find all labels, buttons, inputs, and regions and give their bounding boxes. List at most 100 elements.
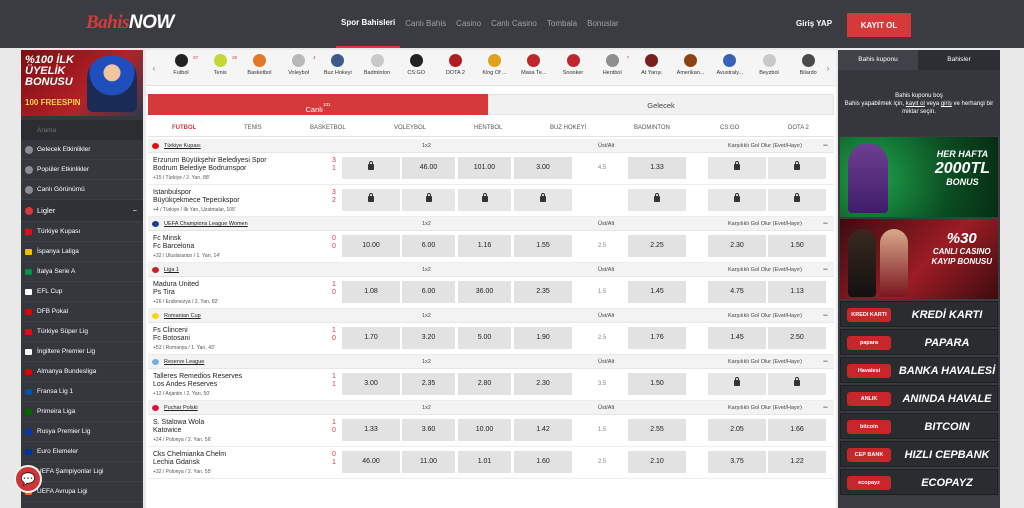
nav-live-casino[interactable]: Canlı Casino	[486, 0, 542, 48]
tab-bets[interactable]: Bahisler	[918, 50, 1000, 70]
signup-button[interactable]: KAYIT OL	[847, 13, 911, 37]
sport-item-2[interactable]: Basketbol	[238, 53, 280, 83]
sport-item-11[interactable]: Hentbol 7	[591, 53, 633, 83]
sidebar-league-10[interactable]: Rusya Premier Lig	[21, 422, 143, 442]
odds-button-ky[interactable]: 2.30	[708, 235, 766, 257]
odds-button-o2[interactable]: 10.00	[458, 419, 511, 441]
odds-button-ua[interactable]: 1.76	[628, 327, 686, 349]
odds-button-o2[interactable]: 1.16	[458, 235, 511, 257]
sport-tab-7[interactable]: CS:GO	[720, 125, 739, 131]
sidebar-link-1[interactable]: Popüler Etkinlikler	[21, 160, 143, 180]
odds-button-ua[interactable]: 1.45	[628, 281, 686, 303]
odds-button-ou[interactable]	[514, 189, 572, 211]
sport-tab-5[interactable]: BUZ HOKEYİ	[550, 125, 586, 131]
payment-3[interactable]: ANLIK ANINDA HAVALE	[840, 385, 998, 411]
payment-6[interactable]: ecopayz ECOPAYZ	[840, 469, 998, 495]
away-team[interactable]: Fc Botosani	[153, 335, 190, 342]
odds-button-ou[interactable]: 1.42	[514, 419, 572, 441]
nav-live-betting[interactable]: Canlı Bahis	[400, 0, 451, 48]
odds-button-ua[interactable]: 1.33	[628, 157, 686, 179]
chat-button[interactable]: 💬	[14, 465, 42, 493]
home-team[interactable]: Talleres Remedios Reserves	[153, 373, 242, 380]
home-team[interactable]: Fc Minsk	[153, 235, 181, 242]
odds-button-ky[interactable]	[708, 157, 766, 179]
sport-tab-1[interactable]: TENİS	[244, 125, 262, 131]
payment-2[interactable]: Havalesi BANKA HAVALESİ	[840, 357, 998, 383]
away-team[interactable]: Fc Barcelona	[153, 243, 194, 250]
login-link[interactable]: Giriş YAP	[796, 19, 832, 28]
sport-item-1[interactable]: Tenis 25	[199, 53, 241, 83]
odds-button-o1[interactable]: 1.08	[342, 281, 400, 303]
home-team[interactable]: Fs Clinceni	[153, 327, 188, 334]
sidebar-search-input[interactable]	[21, 120, 143, 140]
odds-button-kn[interactable]	[768, 157, 826, 179]
odds-button-ua[interactable]: 1.50	[628, 373, 686, 395]
sport-tab-8[interactable]: DOTA 2	[788, 125, 809, 131]
register-link[interactable]: kayıt ol	[906, 101, 925, 107]
odds-button-o2[interactable]: 101.00	[458, 157, 511, 179]
tab-bet-coupon[interactable]: Bahis kuponu	[838, 50, 918, 70]
odds-button-ox[interactable]: 2.35	[402, 373, 455, 395]
league-name[interactable]: Liga 1	[164, 267, 179, 273]
sport-item-3[interactable]: Voleybol 4	[278, 53, 320, 83]
collapse-icon[interactable]: −	[823, 264, 828, 274]
signin-link[interactable]: giriş	[941, 101, 952, 107]
odds-button-ky[interactable]: 3.75	[708, 451, 766, 473]
sport-item-15[interactable]: Beyzbol	[748, 53, 790, 83]
away-team[interactable]: Büyükçekmece Tepecikspor	[153, 197, 240, 204]
nav-casino[interactable]: Casino	[451, 0, 486, 48]
sidebar-league-1[interactable]: İspanya Laliga	[21, 242, 143, 262]
odds-button-o1[interactable]	[342, 157, 400, 179]
league-name[interactable]: UEFA Champions League Women	[164, 221, 248, 227]
sidebar-league-4[interactable]: DFB Pokal	[21, 302, 143, 322]
odds-button-ua[interactable]: 2.10	[628, 451, 686, 473]
home-team[interactable]: Erzurum Büyükşehir Belediyesi Spor	[153, 157, 267, 164]
odds-button-ou[interactable]: 2.35	[514, 281, 572, 303]
odds-button-kn[interactable]: 2.50	[768, 327, 826, 349]
site-logo[interactable]: BahisNOW	[86, 12, 174, 34]
collapse-icon[interactable]: −	[823, 356, 828, 366]
payment-4[interactable]: bitcoin BITCOIN	[840, 413, 998, 439]
odds-button-o1[interactable]: 46.00	[342, 451, 400, 473]
odds-button-o1[interactable]: 1.33	[342, 419, 400, 441]
sport-item-12[interactable]: At Yarışı	[630, 53, 672, 83]
odds-button-ua[interactable]: 2.25	[628, 235, 686, 257]
sport-tab-0[interactable]: FUTBOL	[172, 125, 196, 131]
league-name[interactable]: Puchar Polski	[164, 405, 198, 411]
odds-button-kn[interactable]	[768, 373, 826, 395]
odds-button-ox[interactable]	[402, 189, 455, 211]
sidebar-league-11[interactable]: Euro Elemeler	[21, 442, 143, 462]
sport-item-14[interactable]: Avustraly...	[709, 53, 751, 83]
odds-button-o1[interactable]: 1.70	[342, 327, 400, 349]
odds-button-ou[interactable]: 2.30	[514, 373, 572, 395]
welcome-bonus-banner[interactable]: %100 İLK ÜYELİK BONUSU 100 FREESPIN	[21, 50, 143, 116]
collapse-icon[interactable]: −	[823, 218, 828, 228]
league-name[interactable]: Reserve League	[164, 359, 204, 365]
league-name[interactable]: Romanian Cup	[164, 313, 201, 319]
odds-button-ua[interactable]: 2.55	[628, 419, 686, 441]
odds-button-o2[interactable]	[458, 189, 511, 211]
sidebar-league-9[interactable]: Primeira Liga	[21, 402, 143, 422]
odds-button-o1[interactable]: 10.00	[342, 235, 400, 257]
league-name[interactable]: Türkiye Kupası	[164, 143, 201, 149]
odds-button-ox[interactable]: 46.00	[402, 157, 455, 179]
away-team[interactable]: Lechia Gdansk	[153, 459, 200, 466]
odds-button-kn[interactable]	[768, 189, 826, 211]
sidebar-link-0[interactable]: Gelecek Etkinlikler	[21, 140, 143, 160]
odds-button-o2[interactable]: 36.00	[458, 281, 511, 303]
weekly-bonus-banner[interactable]: HER HAFTA 2000TL BONUS	[840, 137, 998, 217]
sport-item-10[interactable]: Snooker	[552, 53, 594, 83]
payment-1[interactable]: papara PAPARA	[840, 329, 998, 355]
sport-item-8[interactable]: King Of ...	[474, 53, 516, 83]
sport-item-16[interactable]: Bilardo	[787, 53, 829, 83]
home-team[interactable]: S. Stalowa Wola	[153, 419, 204, 426]
collapse-icon[interactable]: −	[823, 402, 828, 412]
odds-button-ou[interactable]: 1.90	[514, 327, 572, 349]
odds-button-ou[interactable]: 1.60	[514, 451, 572, 473]
sport-tab-2[interactable]: BASKETBOL	[310, 125, 346, 131]
odds-button-ox[interactable]: 3.60	[402, 419, 455, 441]
sport-item-9[interactable]: Masa Te...	[513, 53, 555, 83]
collapse-icon[interactable]: −	[823, 310, 828, 320]
odds-button-ox[interactable]: 6.00	[402, 281, 455, 303]
odds-button-o2[interactable]: 1.01	[458, 451, 511, 473]
